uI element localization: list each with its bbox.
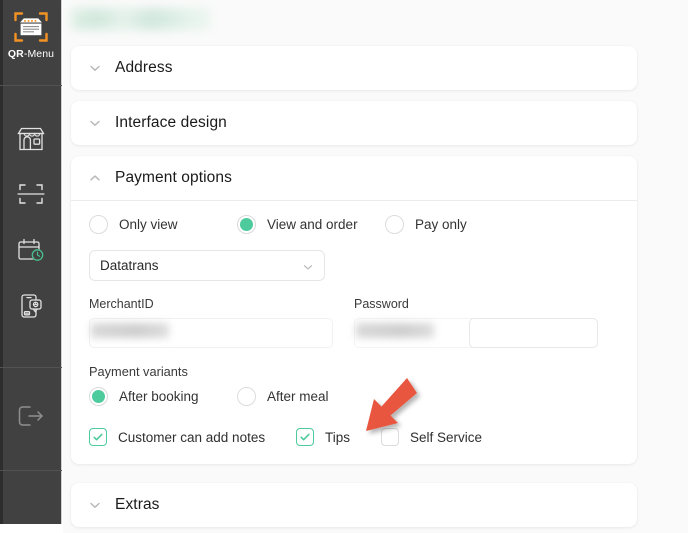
payment-variants-radio-group: After booking After meal <box>89 387 619 406</box>
radio-circle-icon[interactable] <box>89 215 108 234</box>
merchant-id-label: MerchantID <box>89 297 154 311</box>
sidebar-item-qr-codes[interactable] <box>0 168 62 220</box>
radio-label-pay-only: Pay only <box>415 217 467 232</box>
chevron-down-icon[interactable] <box>87 497 103 513</box>
merchant-id-input[interactable] <box>89 318 354 348</box>
view-mode-radio-group: Only view View and order Pay only <box>89 215 619 234</box>
radio-only-view[interactable]: Only view <box>89 215 237 234</box>
password-input-border <box>469 318 598 348</box>
qr-scanner-icon <box>17 181 45 207</box>
logo-label-rest: -Menu <box>23 48 55 60</box>
qr-menu-logo-icon <box>13 10 49 44</box>
radio-pay-only[interactable]: Pay only <box>385 215 467 234</box>
page-title-redacted-text <box>71 8 211 30</box>
radio-after-meal[interactable]: After meal <box>237 387 329 406</box>
accordion-card-payment-options: Payment options Only view View and order… <box>71 156 637 464</box>
accordion-card-extras: Extras <box>71 483 637 527</box>
radio-circle-icon[interactable] <box>237 387 256 406</box>
chevron-down-icon[interactable] <box>87 60 103 76</box>
radio-label-after-booking: After booking <box>119 389 199 404</box>
payment-provider-value: Datatrans <box>100 258 159 273</box>
accordion-title-extras: Extras <box>115 496 160 513</box>
radio-label-after-meal: After meal <box>267 389 329 404</box>
password-label: Password <box>354 297 409 311</box>
payment-provider-select[interactable]: Datatrans <box>89 250 325 281</box>
checkbox-checked-icon[interactable] <box>89 428 107 446</box>
sidebar-logo-label: QR-Menu <box>8 48 54 60</box>
merchant-id-redacted-value <box>91 323 169 338</box>
storefront-icon <box>16 125 46 153</box>
sidebar-item-logout[interactable] <box>0 390 62 442</box>
sidebar-item-restaurant[interactable] <box>0 113 62 165</box>
checkbox-self-service[interactable]: Self Service <box>381 428 482 446</box>
accordion-title-interface-design: Interface design <box>115 114 227 131</box>
checkbox-label-self-service: Self Service <box>410 429 483 445</box>
radio-label-view-and-order: View and order <box>267 217 358 232</box>
page-title <box>71 8 221 38</box>
accordion-title-payment-options: Payment options <box>115 169 232 186</box>
accordion-header-extras[interactable]: Extras <box>71 483 637 527</box>
checkbox-tips[interactable]: Tips <box>296 428 381 446</box>
sidebar-item-app-settings[interactable] <box>0 280 62 332</box>
checkbox-label-tips: Tips <box>325 429 351 445</box>
payment-toggles-group: Customer can add notes Tips Self Service <box>89 428 619 446</box>
radio-circle-icon[interactable] <box>385 215 404 234</box>
main-content: Address Interface design Payment options <box>63 0 688 533</box>
radio-view-and-order[interactable]: View and order <box>237 215 385 234</box>
sidebar-divider-bottom <box>0 470 62 471</box>
sidebar-divider-top <box>0 85 62 86</box>
sidebar-logo[interactable]: QR-Menu <box>0 4 62 82</box>
checkbox-checked-icon[interactable] <box>296 428 314 446</box>
accordion-header-address[interactable]: Address <box>71 46 637 90</box>
sidebar-item-reservations[interactable] <box>0 224 62 276</box>
logo-label-strong: QR <box>7 48 24 60</box>
accordion-header-payment-options[interactable]: Payment options <box>71 156 637 200</box>
chevron-down-icon[interactable] <box>301 260 315 279</box>
password-field-group: Password <box>354 297 619 348</box>
checkbox-customer-can-add-notes[interactable]: Customer can add notes <box>89 428 296 446</box>
password-input[interactable] <box>354 318 619 348</box>
logout-icon <box>16 403 46 429</box>
checkbox-unchecked-icon[interactable] <box>381 428 399 446</box>
checkbox-label-customer-can-add-notes: Customer can add notes <box>118 429 266 445</box>
merchant-id-field-group: MerchantID <box>89 297 354 348</box>
accordion-header-interface-design[interactable]: Interface design <box>71 101 637 145</box>
radio-label-only-view: Only view <box>119 217 178 232</box>
accordion-card-interface-design: Interface design <box>71 101 637 145</box>
radio-after-booking[interactable]: After booking <box>89 387 237 406</box>
mobile-notification-icon <box>17 292 45 320</box>
sidebar: QR-Menu <box>0 0 62 524</box>
password-redacted-value <box>356 323 434 338</box>
radio-circle-filled-icon[interactable] <box>89 387 108 406</box>
calendar-clock-icon <box>16 236 46 264</box>
sidebar-divider-middle <box>0 367 62 368</box>
chevron-down-icon[interactable] <box>87 115 103 131</box>
radio-circle-filled-icon[interactable] <box>237 215 256 234</box>
credentials-fields: MerchantID Password <box>89 297 619 348</box>
payment-options-body: Only view View and order Pay only Datatr… <box>71 201 637 464</box>
chevron-up-icon[interactable] <box>87 170 103 186</box>
accordion-card-address: Address <box>71 46 637 90</box>
payment-variants-label: Payment variants <box>89 364 188 379</box>
accordion-title-address: Address <box>115 59 173 76</box>
